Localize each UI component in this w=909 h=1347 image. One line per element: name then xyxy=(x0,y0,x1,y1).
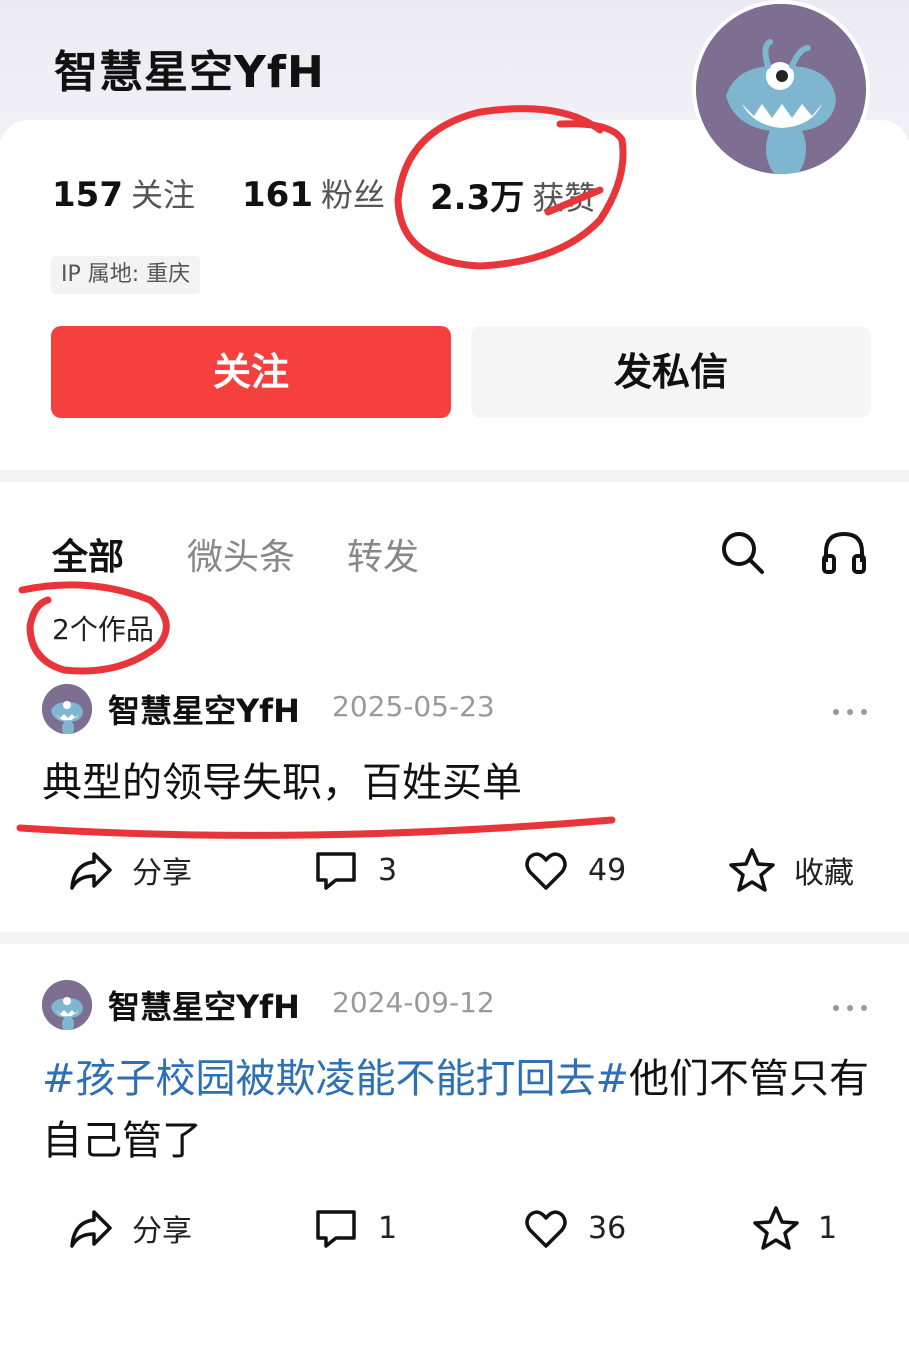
post-text[interactable]: 典型的领导失职，百姓买单 xyxy=(42,752,882,814)
likes-count: 2.3万 xyxy=(430,178,525,218)
comment-count: 1 xyxy=(378,1210,398,1246)
section-divider xyxy=(0,470,909,482)
heart-icon xyxy=(525,1210,567,1248)
hashtag-link[interactable]: #孩子校园被欺凌能不能打回去# xyxy=(42,1056,629,1102)
share-icon xyxy=(70,852,112,890)
stat-likes[interactable]: 2.3万 获赞 xyxy=(430,170,596,219)
more-options-icon[interactable] xyxy=(832,702,868,715)
headphones-icon[interactable] xyxy=(820,528,868,576)
share-button[interactable]: 分享 xyxy=(66,1202,192,1254)
tab-all[interactable]: 全部 xyxy=(52,528,124,580)
post-author[interactable]: 智慧星空YfH xyxy=(108,982,300,1028)
likes-label: 获赞 xyxy=(532,179,597,217)
comment-count: 3 xyxy=(378,852,398,888)
heart-icon xyxy=(525,852,567,890)
stat-followers[interactable]: 161 粉丝 xyxy=(242,170,385,216)
blue-monster-avatar-icon xyxy=(42,980,92,1030)
comment-icon xyxy=(316,852,356,890)
like-count: 36 xyxy=(588,1210,627,1246)
like-button[interactable]: 36 xyxy=(522,1202,626,1254)
message-button[interactable]: 发私信 xyxy=(471,326,871,418)
post-date: 2024-09-12 xyxy=(332,986,495,1019)
blue-monster-avatar-icon xyxy=(42,684,92,734)
comment-icon xyxy=(316,1210,356,1248)
share-label: 分享 xyxy=(132,856,192,891)
works-count: 2个作品 xyxy=(52,613,154,646)
post-text[interactable]: #孩子校园被欺凌能不能打回去#他们不管只有自己管了 xyxy=(42,1048,882,1172)
tab-micro-headlines[interactable]: 微头条 xyxy=(187,528,295,580)
star-icon xyxy=(729,848,775,892)
more-options-icon[interactable] xyxy=(832,998,868,1011)
avatar[interactable] xyxy=(42,684,92,734)
post-date: 2025-05-23 xyxy=(332,690,495,723)
followers-count: 161 xyxy=(242,175,313,215)
profile-avatar[interactable] xyxy=(692,0,870,178)
like-count: 49 xyxy=(588,852,627,888)
stat-following[interactable]: 157 关注 xyxy=(52,170,195,216)
favorite-button[interactable]: 1 xyxy=(752,1202,837,1254)
share-icon xyxy=(70,1210,112,1248)
comment-button[interactable]: 1 xyxy=(312,1202,397,1254)
post-card: 智慧星空YfH 2025-05-23 典型的领导失职，百姓买单 分享 3 49 … xyxy=(0,680,909,930)
favorite-label: 收藏 xyxy=(794,856,854,891)
comment-button[interactable]: 3 xyxy=(312,844,397,896)
ip-location-tag: IP 属地: 重庆 xyxy=(51,256,201,294)
post-divider xyxy=(0,932,909,944)
profile-username: 智慧星空YfH xyxy=(54,47,325,98)
following-count: 157 xyxy=(52,175,123,215)
favorite-button[interactable]: 收藏 xyxy=(728,844,854,896)
following-label: 关注 xyxy=(130,176,195,214)
share-label: 分享 xyxy=(132,1214,192,1249)
post-author[interactable]: 智慧星空YfH xyxy=(108,686,300,732)
share-button[interactable]: 分享 xyxy=(66,844,192,896)
favorite-count: 1 xyxy=(818,1210,838,1246)
tab-reposts[interactable]: 转发 xyxy=(347,528,419,580)
star-icon xyxy=(753,1206,799,1250)
blue-monster-avatar-icon xyxy=(696,4,866,174)
followers-label: 粉丝 xyxy=(320,176,385,214)
follow-button[interactable]: 关注 xyxy=(51,326,451,418)
like-button[interactable]: 49 xyxy=(522,844,626,896)
avatar[interactable] xyxy=(42,980,92,1030)
search-icon[interactable] xyxy=(718,528,766,576)
post-card: 智慧星空YfH 2024-09-12 #孩子校园被欺凌能不能打回去#他们不管只有… xyxy=(0,976,909,1276)
